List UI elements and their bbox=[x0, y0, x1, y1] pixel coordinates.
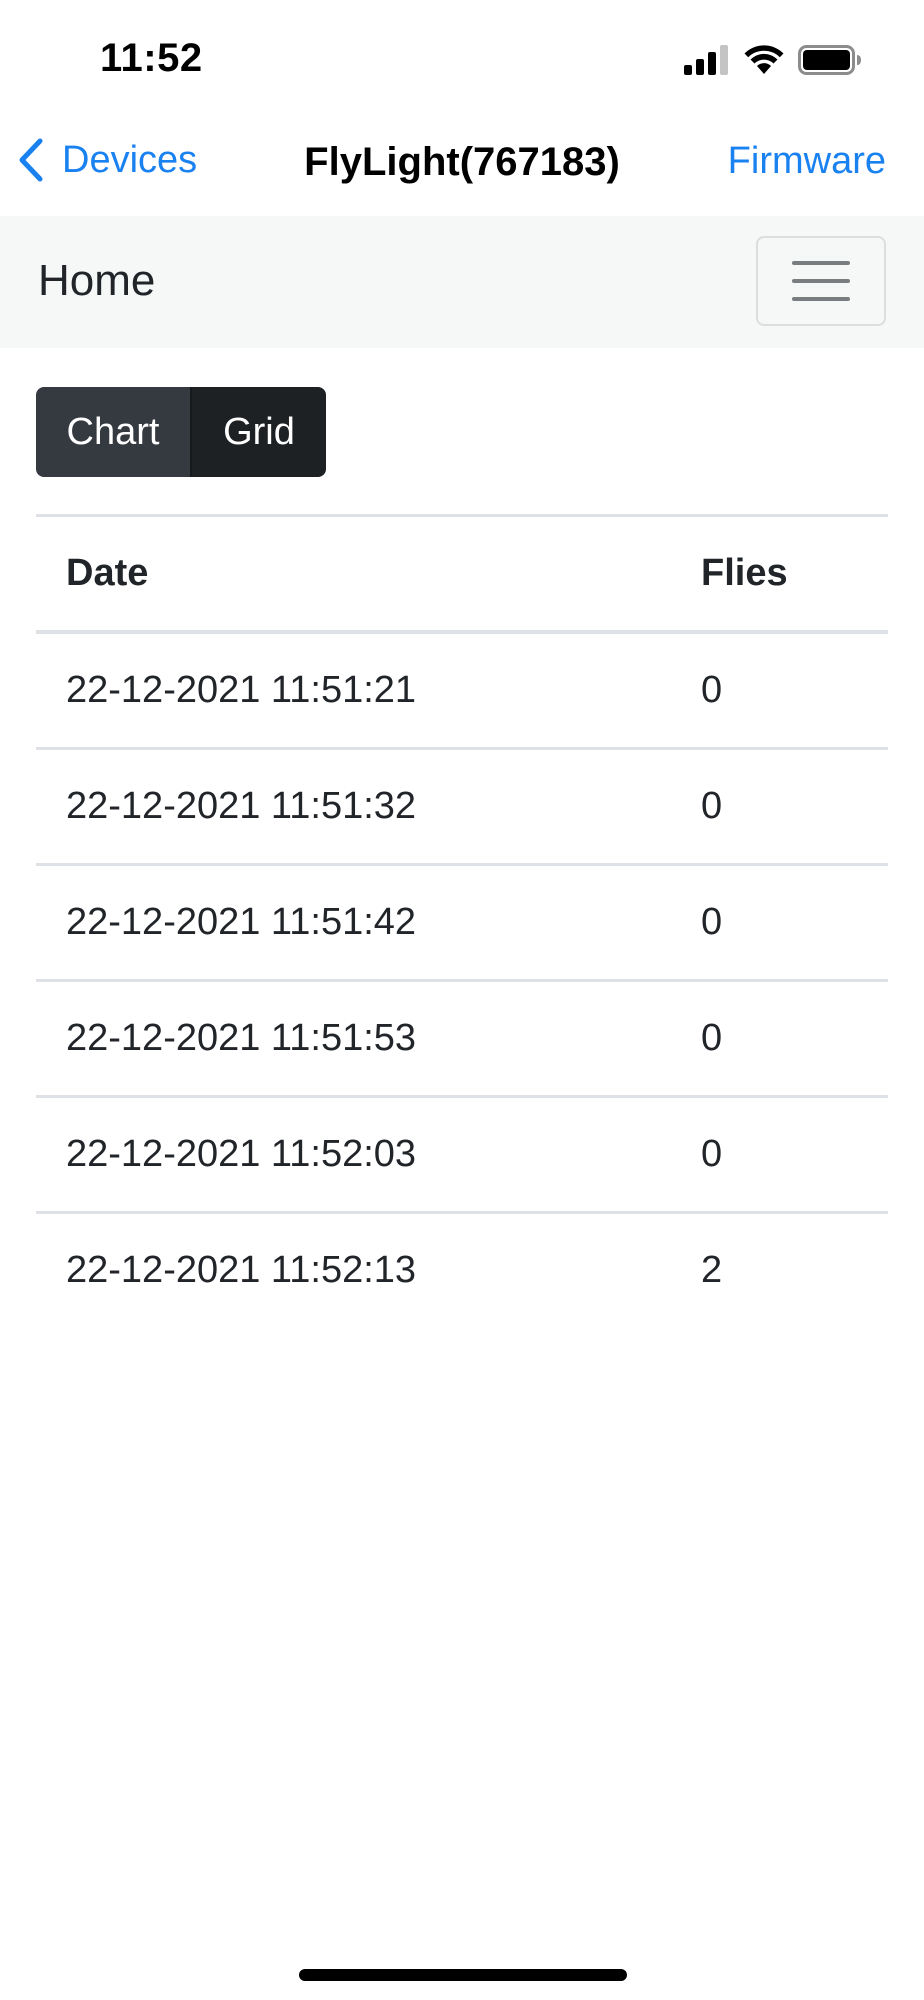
table-row: 22-12-2021 11:52:13 2 bbox=[36, 1213, 888, 1328]
hamburger-menu-icon-bar-3 bbox=[792, 297, 850, 301]
status-icons bbox=[684, 44, 862, 80]
table-row: 22-12-2021 11:52:03 0 bbox=[36, 1096, 888, 1214]
date-cell: 22-12-2021 11:51:21 bbox=[36, 632, 671, 750]
hamburger-menu-icon-bar-1 bbox=[792, 261, 850, 265]
table-row: 22-12-2021 11:51:42 0 bbox=[36, 864, 888, 982]
flies-cell: 2 bbox=[701, 1249, 723, 1291]
flies-cell: 0 bbox=[671, 980, 888, 1098]
table-header-row: Date Flies bbox=[36, 514, 888, 634]
table-row: 22-12-2021 11:51:32 0 bbox=[36, 748, 888, 866]
status-time: 11:52 bbox=[100, 36, 203, 80]
view-toggle: Chart Grid bbox=[36, 387, 326, 477]
hamburger-menu-icon-bar-2 bbox=[792, 279, 850, 283]
date-cell: 22-12-2021 11:51:53 bbox=[36, 980, 671, 1098]
flies-cell: 0 bbox=[671, 864, 888, 982]
flies-cell: 0 bbox=[671, 1096, 888, 1214]
grid-view-button[interactable]: Grid bbox=[190, 387, 326, 477]
status-bar: 11:52 bbox=[0, 0, 924, 110]
app-navbar: Home bbox=[0, 216, 924, 348]
firmware-button[interactable]: Firmware bbox=[728, 140, 886, 183]
cellular-signal-icon bbox=[684, 44, 730, 80]
date-cell: 22-12-2021 11:52:13 bbox=[66, 1249, 417, 1291]
flies-cell: 0 bbox=[671, 748, 888, 866]
data-table: Date Flies 22-12-2021 11:51:21 0 22-12-2… bbox=[36, 514, 888, 1327]
table-row: 22-12-2021 11:51:21 0 bbox=[36, 632, 888, 750]
column-header-flies: Flies bbox=[671, 514, 888, 634]
flies-cell: 0 bbox=[671, 632, 888, 750]
battery-icon bbox=[798, 44, 862, 80]
chart-view-button[interactable]: Chart bbox=[36, 387, 190, 477]
navbar-brand[interactable]: Home bbox=[38, 256, 155, 306]
date-cell: 22-12-2021 11:52:03 bbox=[36, 1096, 671, 1214]
column-header-date: Date bbox=[36, 514, 671, 634]
navigation-bar: Devices FlyLight(767183) Firmware bbox=[0, 110, 924, 216]
date-cell: 22-12-2021 11:51:32 bbox=[36, 748, 671, 866]
wifi-icon bbox=[744, 44, 784, 80]
date-cell: 22-12-2021 11:51:42 bbox=[36, 864, 671, 982]
navbar-toggler-button[interactable] bbox=[756, 236, 886, 326]
home-indicator bbox=[299, 1969, 627, 1981]
table-row: 22-12-2021 11:51:53 0 bbox=[36, 980, 888, 1098]
